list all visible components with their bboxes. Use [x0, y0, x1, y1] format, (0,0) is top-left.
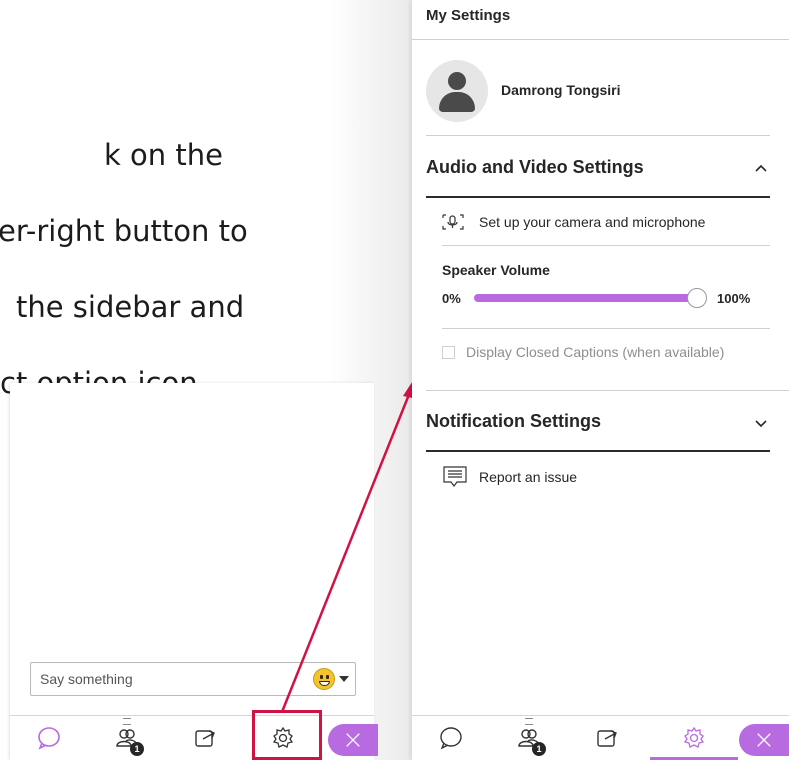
camera-mic-icon: [442, 214, 464, 230]
settings-panel: My Settings Damrong Tongsiri Audio and V…: [412, 0, 789, 760]
section-divider: [426, 450, 770, 452]
tab-participants[interactable]: 1: [490, 716, 568, 760]
volume-max-label: 100%: [717, 291, 751, 306]
setup-camera-mic-link[interactable]: Set up your camera and microphone: [479, 214, 705, 230]
avatar: [426, 60, 488, 122]
report-icon: [443, 466, 467, 487]
participant-count-badge: 1: [532, 742, 546, 756]
share-icon: [597, 730, 617, 747]
chat-icon: [440, 727, 462, 750]
audio-video-section-title[interactable]: Audio and Video Settings: [426, 157, 644, 178]
closed-captions-label: Display Closed Captions (when available): [466, 344, 725, 360]
divider: [426, 135, 770, 136]
chevron-up-icon[interactable]: [755, 163, 767, 175]
chevron-down-icon[interactable]: [755, 417, 767, 429]
section-divider: [426, 196, 770, 198]
user-name: Damrong Tongsiri: [501, 82, 621, 98]
report-issue-link[interactable]: Report an issue: [479, 469, 577, 485]
panel-title: My Settings: [426, 7, 511, 24]
volume-slider-handle[interactable]: [687, 288, 707, 308]
panel-tab-bar: 1: [412, 715, 789, 760]
tab-settings[interactable]: [655, 716, 733, 760]
tab-chat[interactable]: [412, 716, 490, 760]
divider: [412, 39, 789, 40]
close-icon: [757, 733, 771, 747]
divider: [442, 245, 770, 246]
grip-icon: [525, 718, 533, 725]
divider: [426, 390, 789, 391]
tab-share[interactable]: [568, 716, 646, 760]
volume-min-label: 0%: [442, 291, 461, 306]
volume-slider-track[interactable]: [474, 294, 700, 302]
close-panel-button[interactable]: [739, 724, 789, 756]
closed-captions-checkbox[interactable]: [442, 346, 455, 359]
gear-icon: [683, 726, 705, 748]
speaker-volume-label: Speaker Volume: [442, 262, 550, 278]
divider: [442, 328, 770, 329]
notification-section-title[interactable]: Notification Settings: [426, 411, 601, 432]
